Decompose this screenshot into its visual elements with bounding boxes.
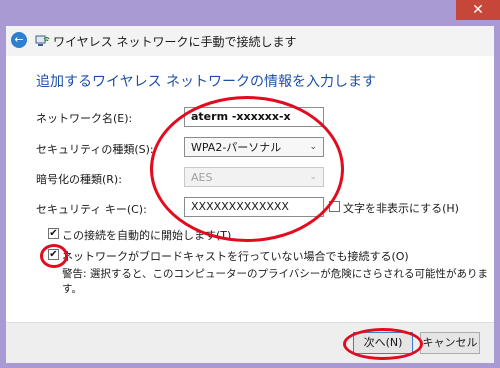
security-type-label: セキュリティの種類(S): [36, 143, 154, 156]
wizard-title: ワイヤレス ネットワークに手動で接続します [53, 35, 297, 49]
encryption-type-label: 暗号化の種類(R): [36, 173, 122, 186]
window-titlebar: ✕ [0, 0, 500, 26]
back-button[interactable]: ← [11, 32, 27, 48]
annotation-oval-form [150, 96, 344, 242]
hide-characters-label: 文字を非表示にする(H) [343, 202, 459, 215]
cancel-button[interactable]: キャンセル [420, 332, 480, 354]
page-heading: 追加するワイヤレス ネットワークの情報を入力します [36, 74, 377, 90]
close-button[interactable]: ✕ [456, 0, 500, 20]
security-key-label: セキュリティ キー(C): [36, 203, 147, 216]
back-arrow-icon: ← [14, 33, 24, 46]
connect-hidden-label: ネットワークがブロードキャストを行っていない場合でも接続する(O) [62, 250, 409, 263]
wireless-network-icon [35, 35, 50, 46]
annotation-oval-checkbox [40, 244, 68, 268]
auto-connect-checkbox[interactable]: ✔ [48, 228, 59, 239]
check-mark-icon: ✔ [49, 228, 58, 239]
annotation-oval-next [343, 328, 423, 360]
warning-text: 警告: 選択すると、このコンピューターのプライバシーが危険にさらされる可能性があ… [62, 268, 489, 295]
wizard-header: ← ワイヤレス ネットワークに手動で接続します [6, 26, 494, 56]
close-icon: ✕ [472, 2, 484, 18]
network-name-label: ネットワーク名(E): [36, 112, 133, 125]
